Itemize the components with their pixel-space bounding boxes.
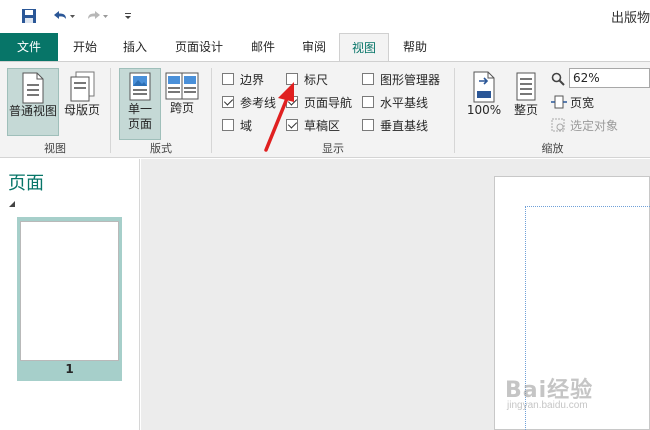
page-thumbnail-number: 1 (65, 362, 74, 376)
margin-guide-horizontal (525, 206, 650, 207)
zoom-100-icon (473, 71, 495, 103)
whole-page-icon (516, 72, 536, 101)
horizontal-baseline-checkbox[interactable]: 水平基线 (362, 93, 428, 111)
tab-home[interactable]: 开始 (61, 33, 109, 61)
show-group-label: 显示 (322, 142, 344, 155)
graphics-manager-checkbox[interactable]: 图形管理器 (362, 70, 440, 88)
zoom-100-button[interactable]: 100% (464, 68, 504, 136)
magnifier-icon (551, 72, 565, 86)
layout-group-label: 版式 (150, 142, 172, 155)
zoom-icon-row (551, 70, 565, 88)
graphics-manager-label: 图形管理器 (380, 72, 441, 87)
tab-file[interactable]: 文件 (0, 33, 58, 61)
tab-mailings[interactable]: 邮件 (240, 33, 286, 61)
fields-label: 域 (240, 118, 253, 133)
normal-view-icon (22, 72, 44, 104)
tab-review[interactable]: 审阅 (291, 33, 337, 61)
two-page-spread-label: 跨页 (169, 101, 194, 115)
tab-page-design[interactable]: 页面设计 (164, 33, 234, 61)
vertical-baseline-checkbox[interactable]: 垂直基线 (362, 116, 428, 134)
zoom-100-label: 100% (466, 103, 502, 117)
selected-objects-button[interactable]: 选定对象 (551, 116, 618, 134)
two-page-spread-icon (165, 72, 199, 100)
single-page-label: 单一 页面 (127, 102, 152, 131)
redo-icon[interactable] (84, 6, 110, 26)
boundaries-checkbox-box[interactable] (222, 73, 234, 85)
save-icon[interactable] (20, 6, 38, 26)
fields-checkbox-box[interactable] (222, 119, 234, 131)
fields-checkbox[interactable]: 域 (222, 116, 252, 134)
page-navigation-label: 页面导航 (304, 95, 353, 110)
master-page-label: 母版页 (63, 103, 100, 117)
boundaries-checkbox[interactable]: 边界 (222, 70, 264, 88)
guides-checkbox-box[interactable] (222, 96, 234, 108)
vertical-baseline-checkbox-box[interactable] (362, 119, 374, 131)
rulers-label: 标尺 (304, 72, 329, 87)
single-page-button[interactable]: 单一 页面 (119, 68, 161, 140)
ribbon: 普通视图 母版页 视图 单一 页面 跨页 版式 边界 参考线 域 标尺 页面导航… (0, 61, 650, 158)
single-page-icon (129, 72, 151, 101)
page-width-button[interactable]: 页宽 (551, 93, 594, 111)
view-group-label: 视图 (44, 142, 66, 155)
window-title: 出版物 (610, 11, 650, 26)
pane-title: 页面 (8, 173, 44, 194)
selected-objects-label: 选定对象 (570, 118, 619, 133)
tab-insert[interactable]: 插入 (112, 33, 158, 61)
graphics-manager-checkbox-box[interactable] (362, 73, 374, 85)
whole-page-button[interactable]: 整页 (508, 68, 544, 136)
page-thumbnail[interactable] (20, 221, 119, 361)
normal-view-button[interactable]: 普通视图 (7, 68, 59, 136)
publisher-window: 出版物 文件 开始 插入 页面设计 邮件 审阅 视图 帮助 普通视图 母版页 视… (0, 0, 650, 430)
customize-qat-icon[interactable] (121, 6, 135, 26)
horizontal-baseline-checkbox-box[interactable] (362, 96, 374, 108)
zoom-group-label: 缩放 (541, 142, 564, 155)
selected-objects-icon (551, 118, 565, 132)
quick-access-toolbar: 出版物 (0, 0, 650, 33)
watermark-sub: jingyan.baidu.com (507, 400, 588, 411)
zoom-percentage-input[interactable]: 62% (569, 68, 650, 88)
whole-page-label: 整页 (513, 103, 538, 117)
page-width-label: 页宽 (570, 95, 595, 110)
collapse-arrow-icon[interactable] (9, 201, 15, 207)
vertical-baseline-label: 垂直基线 (380, 118, 429, 133)
tab-view[interactable]: 视图 (339, 33, 389, 62)
two-page-spread-button[interactable]: 跨页 (163, 68, 201, 136)
master-page-button[interactable]: 母版页 (62, 68, 102, 136)
undo-icon[interactable] (50, 6, 76, 26)
horizontal-baseline-label: 水平基线 (380, 95, 429, 110)
scratch-area-label: 草稿区 (304, 118, 341, 133)
normal-view-label: 普通视图 (8, 104, 57, 118)
master-page-icon (70, 71, 95, 102)
ribbon-tabs: 文件 开始 插入 页面设计 邮件 审阅 视图 帮助 (0, 33, 650, 62)
page-width-icon (551, 95, 567, 109)
watermark: Bai经验 jingyan.baidu.com (505, 372, 645, 412)
red-arrow-annotation (264, 82, 294, 152)
tab-help[interactable]: 帮助 (392, 33, 438, 61)
